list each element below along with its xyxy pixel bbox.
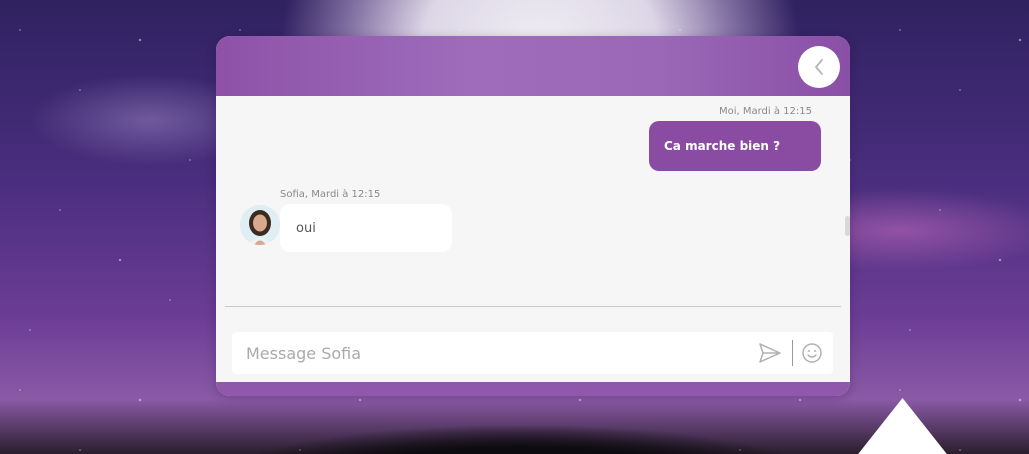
- avatar: [240, 205, 280, 245]
- chat-window: Moi, Mardi à 12:15 Ca marche bien ? Sofi…: [216, 36, 850, 396]
- message-input[interactable]: [232, 332, 742, 374]
- chat-footer-bar: [216, 382, 850, 396]
- chat-header: [216, 36, 850, 96]
- send-button[interactable]: [757, 340, 783, 366]
- scrollbar[interactable]: [845, 216, 850, 236]
- message-bubble-incoming: oui: [280, 204, 452, 252]
- message-list[interactable]: Moi, Mardi à 12:15 Ca marche bien ? Sofi…: [216, 96, 850, 306]
- send-icon: [759, 343, 781, 363]
- composer-separator: [792, 340, 793, 366]
- avatar-sofia-icon: [240, 205, 280, 245]
- message-bubble-outgoing: Ca marche bien ?: [649, 121, 821, 171]
- chevron-left-icon: [815, 59, 823, 75]
- composer-divider: [225, 306, 841, 307]
- smiley-icon: [802, 343, 822, 363]
- message-text: oui: [296, 220, 316, 236]
- back-button[interactable]: [798, 46, 840, 88]
- emoji-button[interactable]: [799, 340, 825, 366]
- message-composer: [232, 332, 833, 374]
- message-text: Ca marche bien ?: [664, 139, 781, 153]
- message-meta-incoming: Sofia, Mardi à 12:15: [280, 189, 381, 200]
- message-meta-outgoing: Moi, Mardi à 12:15: [718, 106, 812, 117]
